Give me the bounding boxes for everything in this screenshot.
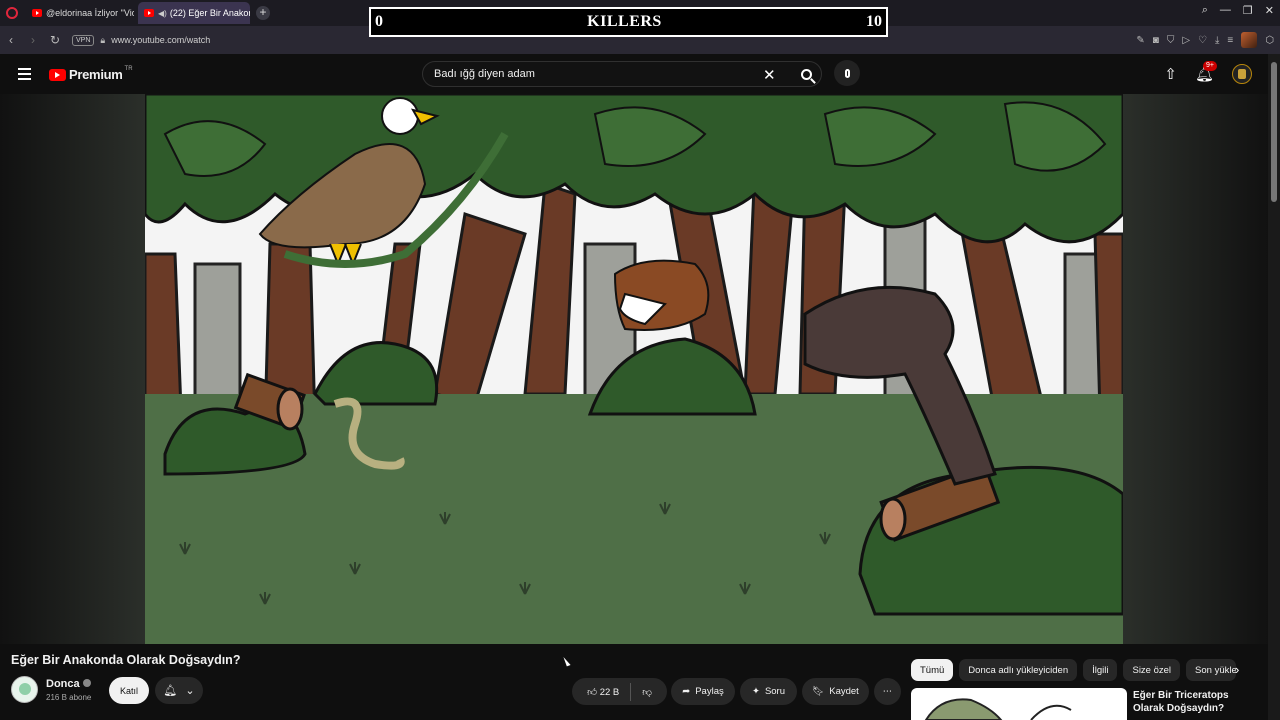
- tab-label: @eldorinaa İzliyor "Video: [46, 8, 134, 18]
- ambient-right: [1123, 94, 1268, 644]
- thumbs-up-icon: 👍︎: [587, 686, 598, 698]
- browser-tab-1[interactable]: ◀) (22) Eğer Bir Anakonda: [138, 2, 250, 24]
- browser-tab-0[interactable]: @eldorinaa İzliyor "Video: [26, 2, 134, 24]
- speaker-icon[interactable]: ◀): [158, 9, 167, 18]
- chevron-down-icon: ⌄: [185, 685, 195, 697]
- youtube-masthead: Premium TR ✕ ⇧ 🔔︎ 9+: [0, 54, 1268, 94]
- bookmark-icon: 🔖︎: [812, 686, 825, 697]
- close-window-icon[interactable]: ✕: [1265, 4, 1274, 17]
- page-scrollbar[interactable]: [1268, 54, 1280, 720]
- save-label: Kaydet: [829, 686, 859, 697]
- notification-badge: 9+: [1202, 61, 1217, 71]
- recommendation-chips: Tümü Donca adlı yükleyiciden İlgili Size…: [911, 659, 1237, 681]
- more-icon: ⋯: [882, 686, 893, 697]
- more-actions-button[interactable]: ⋯: [874, 678, 901, 705]
- voice-search-button[interactable]: [834, 60, 860, 86]
- bell-outline-icon: 🔔︎: [163, 685, 178, 697]
- logo-text: Premium: [69, 67, 123, 82]
- shield-icon[interactable]: ⛉: [1167, 35, 1175, 46]
- minimize-icon[interactable]: —: [1220, 4, 1231, 17]
- like-separator: [630, 682, 632, 701]
- ask-label: Soru: [764, 686, 786, 697]
- score-right: 10: [865, 13, 882, 30]
- like-count: 22 B: [599, 686, 620, 698]
- player-icon[interactable]: ▷: [1182, 35, 1190, 46]
- window-controls: ⌕ — ❐ ✕: [1202, 4, 1274, 17]
- score-title: KILLERS: [587, 13, 662, 30]
- share-icon: ➦: [682, 686, 691, 697]
- address-bar-tools: ✎ ◙ ⛉ ▷ ♡ ⤓ ≡ ⬡: [1136, 32, 1274, 48]
- forward-icon[interactable]: ›: [22, 33, 44, 47]
- clear-search-icon[interactable]: ✕: [763, 66, 776, 84]
- ask-button[interactable]: ✦ Soru: [740, 678, 797, 705]
- thumbs-down-icon: 👎︎: [642, 686, 652, 698]
- extensions-icon[interactable]: ⬡: [1265, 35, 1274, 46]
- lock-icon[interactable]: 🔒︎: [100, 35, 105, 46]
- video-frame[interactable]: [145, 94, 1123, 644]
- hamburger-menu-icon[interactable]: [18, 68, 31, 83]
- chip-for-you[interactable]: Size özel: [1123, 659, 1181, 681]
- ambient-left: [0, 94, 145, 644]
- save-button[interactable]: 🔖︎ Kaydet: [802, 678, 869, 705]
- channel-name[interactable]: Donca: [46, 678, 91, 690]
- account-avatar[interactable]: [1232, 64, 1252, 84]
- reload-icon[interactable]: ↻: [44, 33, 66, 47]
- chip-related[interactable]: İlgili: [1083, 659, 1118, 681]
- channel-avatar[interactable]: [11, 676, 38, 703]
- notifications-button[interactable]: 🔔︎ 9+: [1195, 61, 1217, 83]
- heart-icon[interactable]: ♡: [1198, 35, 1207, 46]
- subscription-button[interactable]: 🔔︎ ⌄: [155, 677, 203, 704]
- new-tab-button[interactable]: +: [256, 6, 270, 20]
- share-button[interactable]: ➦ Paylaş: [671, 678, 735, 705]
- chip-all[interactable]: Tümü: [911, 659, 954, 681]
- masthead-actions: ⇧ 🔔︎ 9+: [1164, 61, 1252, 84]
- profile-avatar[interactable]: [1241, 32, 1258, 48]
- restore-icon[interactable]: ❐: [1243, 4, 1253, 17]
- youtube-favicon-icon: [144, 9, 154, 17]
- video-player[interactable]: [0, 94, 1268, 644]
- camera-icon[interactable]: ◙: [1153, 35, 1159, 46]
- join-button[interactable]: Katıl: [109, 677, 149, 704]
- microphone-icon: [844, 68, 850, 78]
- url-field[interactable]: www.youtube.com/watch: [111, 35, 210, 45]
- channel-name-text: Donca: [46, 678, 80, 690]
- share-label: Paylaş: [695, 686, 724, 697]
- region-code: TR: [124, 65, 133, 72]
- back-icon[interactable]: ‹: [0, 33, 22, 47]
- recommended-video-title[interactable]: Eğer Bir Triceratops Olarak Doğsaydın?: [1133, 689, 1253, 715]
- score-overlay: 0 KILLERS 10: [369, 7, 888, 37]
- dislike-button[interactable]: 👎︎: [642, 686, 652, 698]
- score-left: 0: [375, 13, 383, 30]
- sparkle-icon: ✦: [751, 686, 760, 697]
- search-button[interactable]: [789, 62, 823, 86]
- subscriber-count: 216 B abone: [46, 693, 92, 702]
- like-dislike-group: 👍︎ 22 B 👎︎: [572, 678, 667, 705]
- scroll-thumb[interactable]: [1271, 62, 1277, 202]
- chip-recent[interactable]: Son yükle: [1186, 659, 1237, 681]
- search-input[interactable]: [423, 68, 743, 80]
- search-icon: [800, 68, 812, 80]
- search-box: ✕: [422, 61, 822, 87]
- mouse-cursor: [563, 655, 571, 667]
- youtube-premium-logo[interactable]: Premium TR: [49, 65, 133, 82]
- tab-label: (22) Eğer Bir Anakonda: [169, 8, 250, 18]
- opera-logo-icon[interactable]: [6, 7, 18, 19]
- chips-next-icon[interactable]: ›: [1235, 662, 1239, 677]
- download-icon[interactable]: ⤓: [1215, 35, 1219, 46]
- vpn-badge[interactable]: VPN: [72, 34, 95, 46]
- youtube-favicon-icon: [32, 9, 42, 17]
- video-title: Eğer Bir Anakonda Olarak Doğsaydın?: [11, 653, 241, 667]
- thumbnail-image: [924, 698, 1072, 720]
- browser-search-icon[interactable]: ⌕: [1202, 4, 1208, 17]
- recommended-video-thumbnail[interactable]: [911, 688, 1127, 720]
- menu-icon[interactable]: ≡: [1227, 35, 1233, 46]
- like-button[interactable]: 👍︎ 22 B: [587, 686, 619, 698]
- youtube-logo-icon: [49, 68, 66, 81]
- chip-uploader[interactable]: Donca adlı yükleyiciden: [959, 659, 1078, 681]
- verified-icon: [82, 679, 91, 687]
- upload-icon[interactable]: ⇧: [1164, 65, 1177, 83]
- edit-icon[interactable]: ✎: [1136, 35, 1144, 46]
